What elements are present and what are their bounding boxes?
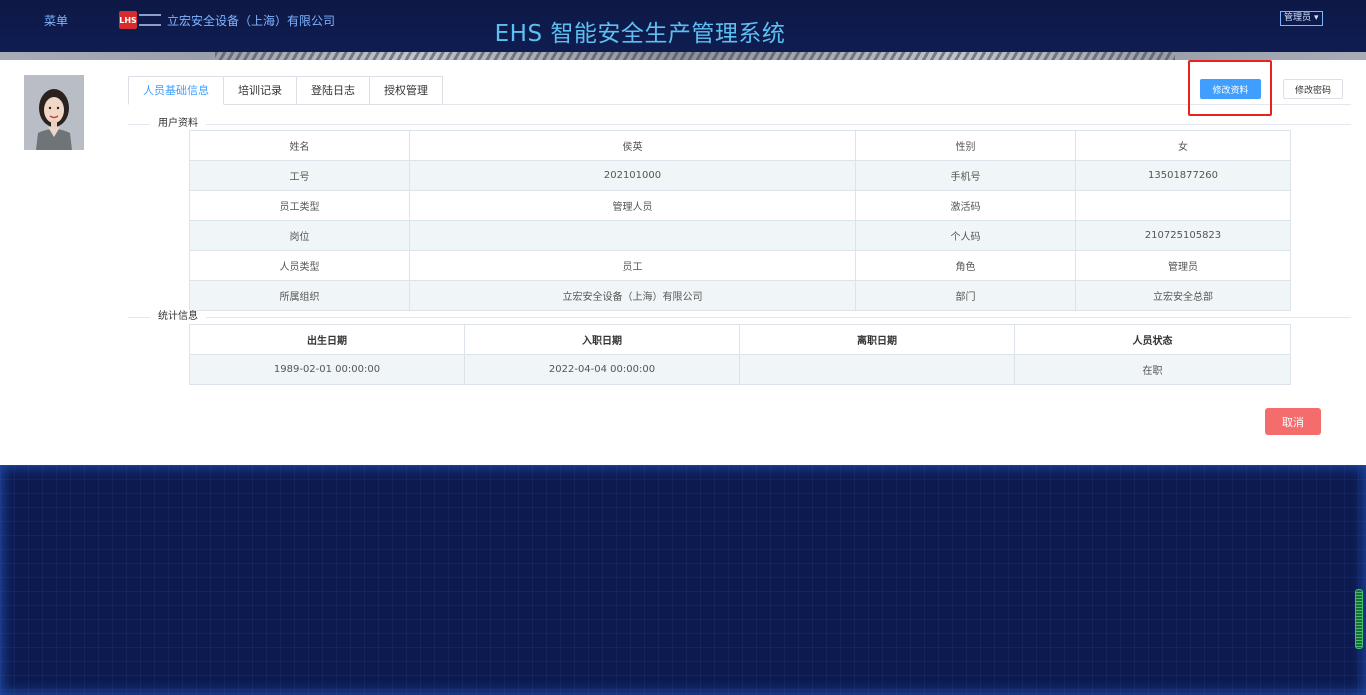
field-value: 210725105823	[1075, 220, 1291, 251]
field-label: 部门	[855, 280, 1076, 311]
field-label: 所属组织	[189, 280, 410, 311]
avatar	[24, 75, 84, 150]
field-label: 工号	[189, 160, 410, 191]
portrait-image	[24, 75, 84, 150]
change-password-button[interactable]: 修改密码	[1283, 79, 1343, 99]
statistics-section-title: 统计信息	[150, 311, 206, 323]
table-row: 所属组织 立宏安全设备（上海）有限公司 部门 立宏安全总部	[189, 280, 1291, 311]
field-value: 管理人员	[409, 190, 856, 221]
field-value	[409, 220, 856, 251]
chevron-down-icon: ▾	[1314, 13, 1319, 23]
system-title: EHS 智能安全生产管理系统	[494, 21, 786, 47]
cancel-button[interactable]: 取消	[1265, 408, 1321, 435]
field-value	[1075, 190, 1291, 221]
header-decoration	[0, 52, 1366, 60]
field-label: 个人码	[855, 220, 1076, 251]
field-label: 岗位	[189, 220, 410, 251]
user-detail-panel: 人员基础信息 培训记录 登陆日志 授权管理 修改资料 修改密码 用户资料 姓名 …	[0, 60, 1366, 465]
tab-divider	[441, 104, 1351, 105]
column-header: 离职日期	[739, 324, 1015, 355]
leave-date-cell	[739, 354, 1015, 385]
table-row: 工号 202101000 手机号 13501877260	[189, 160, 1291, 191]
table-header-row: 出生日期 入职日期 离职日期 人员状态	[189, 324, 1291, 355]
hire-date-cell: 2022-04-04 00:00:00	[464, 354, 740, 385]
menu-button[interactable]: 菜单	[44, 12, 68, 29]
tab-login-log[interactable]: 登陆日志	[297, 76, 370, 105]
field-value: 员工	[409, 250, 856, 281]
tab-basic-info[interactable]: 人员基础信息	[128, 76, 224, 105]
logo-mark-icon: LHS	[119, 11, 137, 29]
top-header: 菜单 LHS 立宏安全设备（上海）有限公司 EHS 智能安全生产管理系统 管理员…	[0, 0, 1366, 54]
field-value: 立宏安全设备（上海）有限公司	[409, 280, 856, 311]
statistics-table: 出生日期 入职日期 离职日期 人员状态 1989-02-01 00:00:00 …	[189, 324, 1291, 385]
field-value: 13501877260	[1075, 160, 1291, 191]
field-label: 激活码	[855, 190, 1076, 221]
table-row: 1989-02-01 00:00:00 2022-04-04 00:00:00 …	[189, 354, 1291, 385]
table-row: 人员类型 员工 角色 管理员	[189, 250, 1291, 281]
detail-tabs: 人员基础信息 培训记录 登陆日志 授权管理	[128, 76, 443, 105]
tab-authorization[interactable]: 授权管理	[370, 76, 443, 105]
table-row: 员工类型 管理人员 激活码	[189, 190, 1291, 221]
field-label: 员工类型	[189, 190, 410, 221]
edit-profile-button[interactable]: 修改资料	[1200, 79, 1261, 99]
field-label: 人员类型	[189, 250, 410, 281]
background-grid	[0, 465, 1366, 695]
tab-training-records[interactable]: 培训记录	[224, 76, 297, 105]
company-name: 立宏安全设备（上海）有限公司	[167, 14, 336, 28]
user-profile-table: 姓名 侯英 性别 女 工号 202101000 手机号 13501877260 …	[189, 130, 1291, 311]
logo-wordmark	[139, 14, 161, 26]
user-profile-section-title: 用户资料	[150, 118, 206, 130]
table-row: 姓名 侯英 性别 女	[189, 130, 1291, 161]
user-role-label: 管理员	[1284, 13, 1312, 23]
field-label: 角色	[855, 250, 1076, 281]
field-label: 性别	[855, 130, 1076, 161]
company-logo: LHS	[119, 11, 163, 29]
section-divider	[128, 317, 1351, 318]
column-header: 出生日期	[189, 324, 465, 355]
field-label: 手机号	[855, 160, 1076, 191]
field-value: 管理员	[1075, 250, 1291, 281]
status-cell: 在职	[1014, 354, 1291, 385]
column-header: 入职日期	[464, 324, 740, 355]
field-value: 立宏安全总部	[1075, 280, 1291, 311]
table-row: 岗位 个人码 210725105823	[189, 220, 1291, 251]
section-divider	[128, 124, 1351, 125]
birth-date-cell: 1989-02-01 00:00:00	[189, 354, 465, 385]
field-label: 姓名	[189, 130, 410, 161]
user-role-select[interactable]: 管理员 ▾	[1280, 11, 1323, 26]
field-value: 侯英	[409, 130, 856, 161]
scroll-indicator[interactable]	[1355, 589, 1363, 649]
field-value: 女	[1075, 130, 1291, 161]
field-value: 202101000	[409, 160, 856, 191]
column-header: 人员状态	[1014, 324, 1291, 355]
